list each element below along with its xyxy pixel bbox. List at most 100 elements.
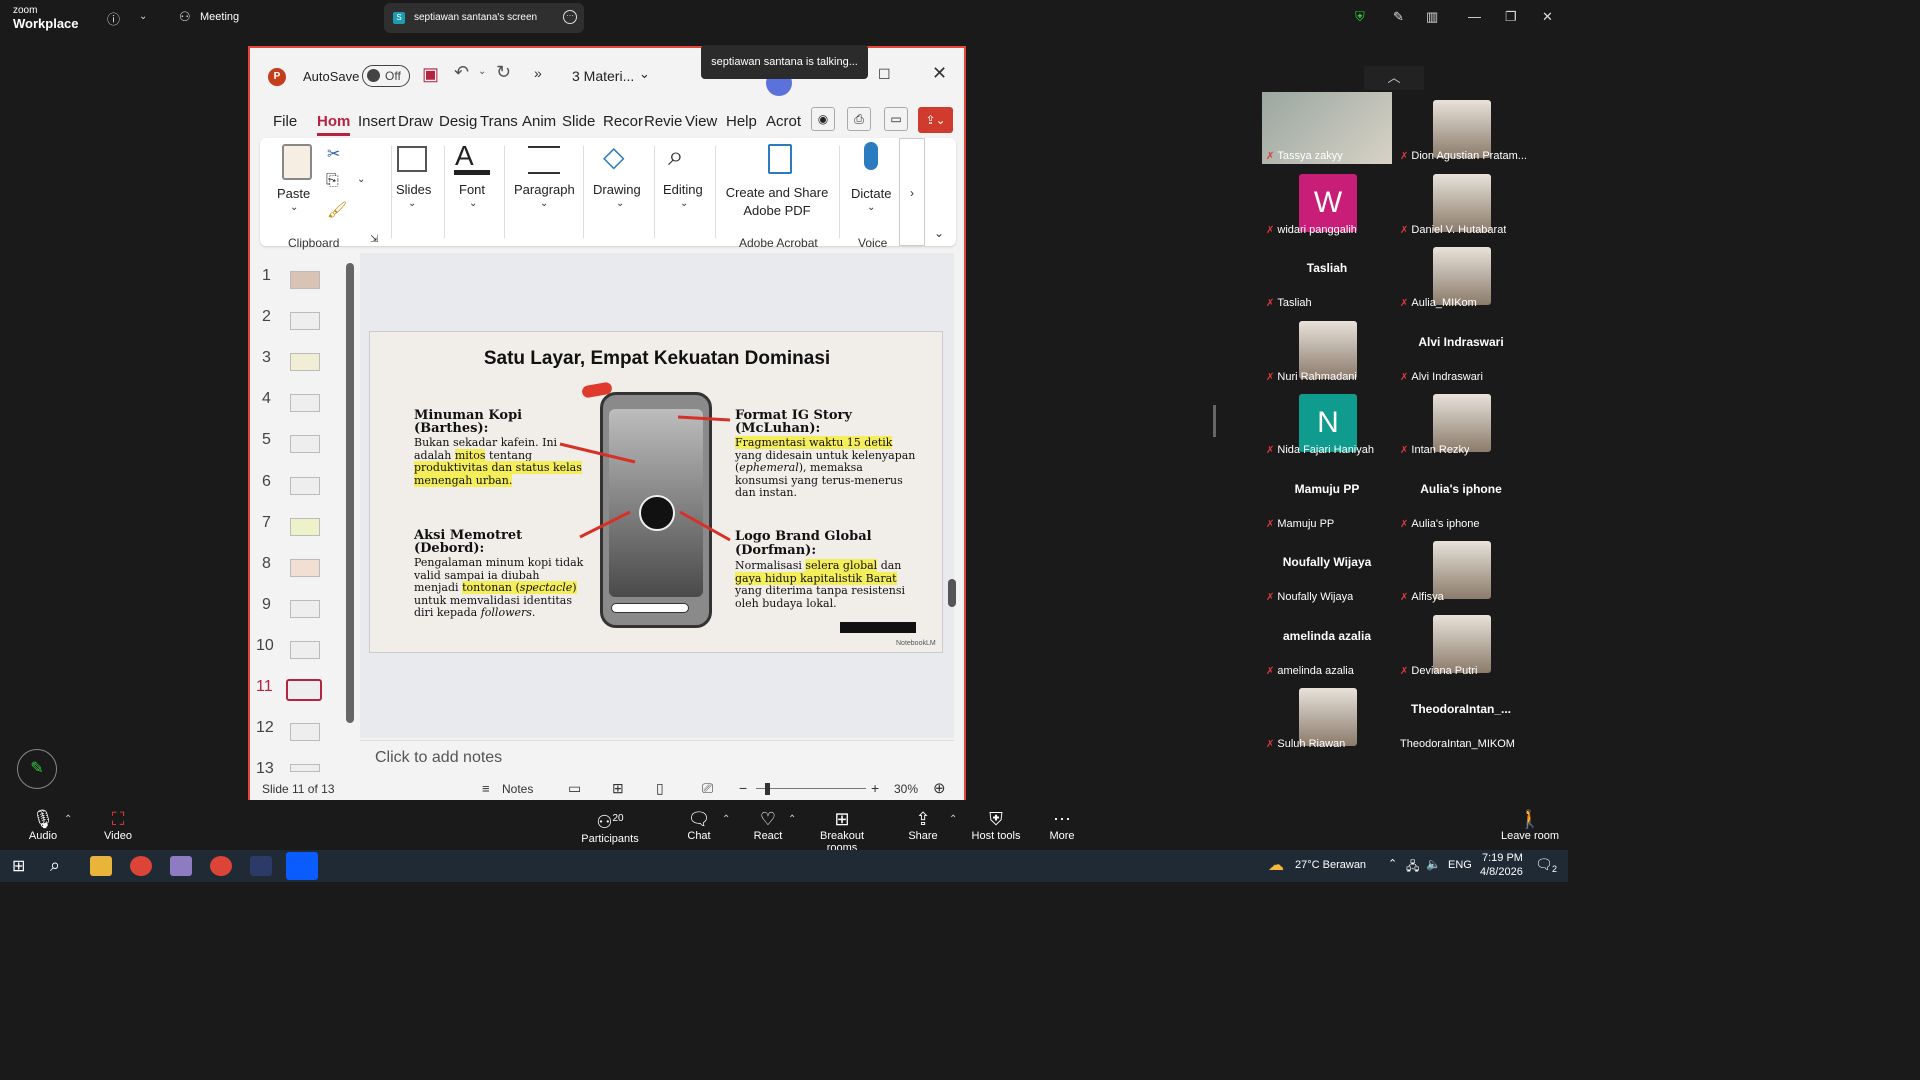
- slide-thumbnail[interactable]: [290, 641, 320, 659]
- slide-scrollbar[interactable]: [948, 579, 956, 607]
- menu-home[interactable]: Hom: [317, 113, 351, 136]
- meeting-tab-label[interactable]: Meeting: [200, 11, 239, 23]
- leave-room-button[interactable]: 🚶 Leave room: [1500, 808, 1560, 842]
- more-commands-icon[interactable]: »: [534, 65, 542, 81]
- react-caret-icon[interactable]: ⌃: [788, 814, 796, 825]
- reading-view-icon[interactable]: ▯: [656, 780, 664, 797]
- notes-placeholder[interactable]: Click to add notes: [375, 749, 502, 767]
- notification-icon[interactable]: 🗨: [1535, 856, 1553, 873]
- more-options-icon[interactable]: ···: [563, 10, 577, 24]
- copy-chevron-icon[interactable]: ⌄: [357, 174, 365, 185]
- tray-chevron-icon[interactable]: ⌃: [1388, 857, 1397, 870]
- chevron-down-icon[interactable]: ⌄: [139, 11, 147, 22]
- slide-thumbnail[interactable]: [290, 353, 320, 371]
- camera-icon[interactable]: ⎙: [847, 107, 871, 131]
- slide-thumbnail[interactable]: [290, 764, 320, 772]
- file-explorer-icon[interactable]: [90, 856, 112, 876]
- comment-icon[interactable]: ▭: [884, 107, 908, 131]
- drawing-icon[interactable]: ◇: [603, 140, 625, 173]
- ribbon-scroll-right-icon[interactable]: ›: [899, 138, 925, 246]
- participant-tile-noufally-wijaya[interactable]: Noufally Wijaya ✗ Noufally Wijaya: [1262, 533, 1392, 605]
- restore-icon[interactable]: ❐: [1505, 9, 1517, 25]
- editing-chevron-icon[interactable]: ⌄: [680, 198, 688, 209]
- participant-tile-aulia-s-iphone[interactable]: Aulia's iphone ✗ Aulia's iphone: [1396, 460, 1526, 532]
- slide-thumbnail[interactable]: [290, 723, 320, 741]
- app-icon[interactable]: [170, 856, 192, 876]
- undo-icon[interactable]: ↶: [454, 62, 469, 83]
- normal-view-icon[interactable]: ▭: [568, 780, 581, 797]
- slide-sorter-icon[interactable]: ⊞: [612, 780, 624, 797]
- chrome-profile-icon[interactable]: [210, 856, 232, 876]
- create-pdf-button[interactable]: Create and Share Adobe PDF: [722, 184, 832, 220]
- weather-text[interactable]: 27°C Berawan: [1295, 859, 1366, 871]
- menu-help[interactable]: Help: [726, 113, 757, 130]
- slides-button[interactable]: Slides: [396, 182, 431, 197]
- adobe-pdf-icon[interactable]: [768, 144, 792, 174]
- menu-file[interactable]: File: [273, 113, 297, 130]
- meeting-icon[interactable]: ⚇: [179, 9, 191, 25]
- copy-icon[interactable]: ⎘: [326, 172, 339, 190]
- paragraph-chevron-icon[interactable]: ⌄: [540, 198, 548, 209]
- undo-dropdown-icon[interactable]: ⌄: [478, 66, 486, 77]
- paragraph-icon[interactable]: [528, 146, 560, 174]
- search-icon[interactable]: ⌕: [668, 140, 684, 173]
- chrome-icon[interactable]: [130, 856, 152, 876]
- audio-button[interactable]: 🎙 Audio: [27, 808, 59, 842]
- audio-caret-icon[interactable]: ⌃: [64, 814, 72, 825]
- slides-chevron-icon[interactable]: ⌄: [408, 198, 416, 209]
- participant-tile-deviana-putri[interactable]: ✗ Deviana Putri: [1396, 607, 1526, 679]
- notes-pane[interactable]: Click to add notes: [360, 740, 954, 776]
- info-icon[interactable]: ⓘ: [107, 9, 120, 28]
- participant-tile-alvi-indraswari[interactable]: Alvi Indraswari ✗ Alvi Indraswari: [1396, 313, 1526, 385]
- menu-transitions[interactable]: Trans: [480, 113, 518, 130]
- filename-chevron-icon[interactable]: ⌄: [639, 66, 650, 82]
- minimize-icon[interactable]: —: [1468, 9, 1481, 24]
- ribbon-collapse-icon[interactable]: ⌄: [934, 226, 944, 240]
- thumbnail-scrollbar[interactable]: [346, 263, 354, 723]
- redo-icon[interactable]: ↻: [496, 62, 511, 83]
- annotate-pencil-icon[interactable]: ✎: [17, 749, 57, 789]
- slide-thumbnail-selected[interactable]: [286, 679, 322, 701]
- react-button[interactable]: ♡ React: [752, 808, 784, 842]
- slide-thumbnail[interactable]: [290, 435, 320, 453]
- autosave-toggle[interactable]: Off: [362, 65, 410, 87]
- breakout-rooms-button[interactable]: ⊞ Breakout rooms: [805, 808, 879, 854]
- share-button[interactable]: ⇪ Share: [905, 808, 941, 842]
- font-icon[interactable]: A: [455, 140, 474, 172]
- screen-share-tab[interactable]: S septiawan santana's screen ···: [384, 3, 584, 33]
- slide-thumbnail[interactable]: [290, 600, 320, 618]
- menu-animations[interactable]: Anim: [522, 113, 556, 130]
- slide-thumbnail[interactable]: [290, 518, 320, 536]
- share-ppt-button[interactable]: ⇪⌄: [918, 107, 953, 133]
- participant-tile-tasliah[interactable]: Tasliah ✗ Tasliah: [1262, 239, 1392, 311]
- panel-resize-handle[interactable]: [1213, 405, 1216, 437]
- participant-tile-nuri-rahmadani[interactable]: ✗ Nuri Rahmadani: [1262, 313, 1392, 385]
- more-button[interactable]: ⋯ More: [1046, 808, 1078, 842]
- paste-button[interactable]: Paste: [277, 186, 310, 201]
- participant-tile-nida-fajari-haniyah[interactable]: N ✗ Nida Fajari Haniyah: [1262, 386, 1392, 458]
- shield-icon[interactable]: ⛨: [1355, 9, 1365, 25]
- dictate-chevron-icon[interactable]: ⌄: [867, 202, 875, 213]
- close-icon[interactable]: ✕: [1542, 9, 1553, 25]
- notes-button[interactable]: Notes: [502, 782, 533, 796]
- zoom-taskbar-icon[interactable]: [286, 852, 318, 880]
- paste-icon[interactable]: [282, 144, 312, 180]
- zoom-slider-thumb[interactable]: [765, 783, 770, 795]
- obs-icon[interactable]: [250, 856, 272, 876]
- participant-tile-theodoraintan-mikom[interactable]: TheodoraIntan_... ✗TheodoraIntan_MIKOM: [1396, 680, 1526, 752]
- dictate-button[interactable]: Dictate: [851, 186, 891, 201]
- participant-tile-amelinda-azalia[interactable]: amelinda azalia ✗ amelinda azalia: [1262, 607, 1392, 679]
- cut-icon[interactable]: ✂: [327, 144, 340, 164]
- participant-tile-alfisya[interactable]: ✗ Alfisya: [1396, 533, 1526, 605]
- menu-insert[interactable]: Insert: [358, 113, 396, 130]
- font-button[interactable]: Font: [459, 182, 485, 197]
- record-icon[interactable]: ◉: [811, 107, 835, 131]
- layout-icon[interactable]: ▥: [1426, 9, 1438, 25]
- search-taskbar-icon[interactable]: ⌕: [50, 855, 60, 876]
- share-caret-icon[interactable]: ⌃: [949, 814, 957, 825]
- fit-slide-icon[interactable]: ⊕: [933, 779, 946, 797]
- paragraph-button[interactable]: Paragraph: [514, 182, 575, 197]
- pencil-icon[interactable]: ✎: [1393, 9, 1404, 25]
- format-painter-icon[interactable]: 🖌: [327, 200, 347, 220]
- slide-thumbnail[interactable]: [290, 559, 320, 577]
